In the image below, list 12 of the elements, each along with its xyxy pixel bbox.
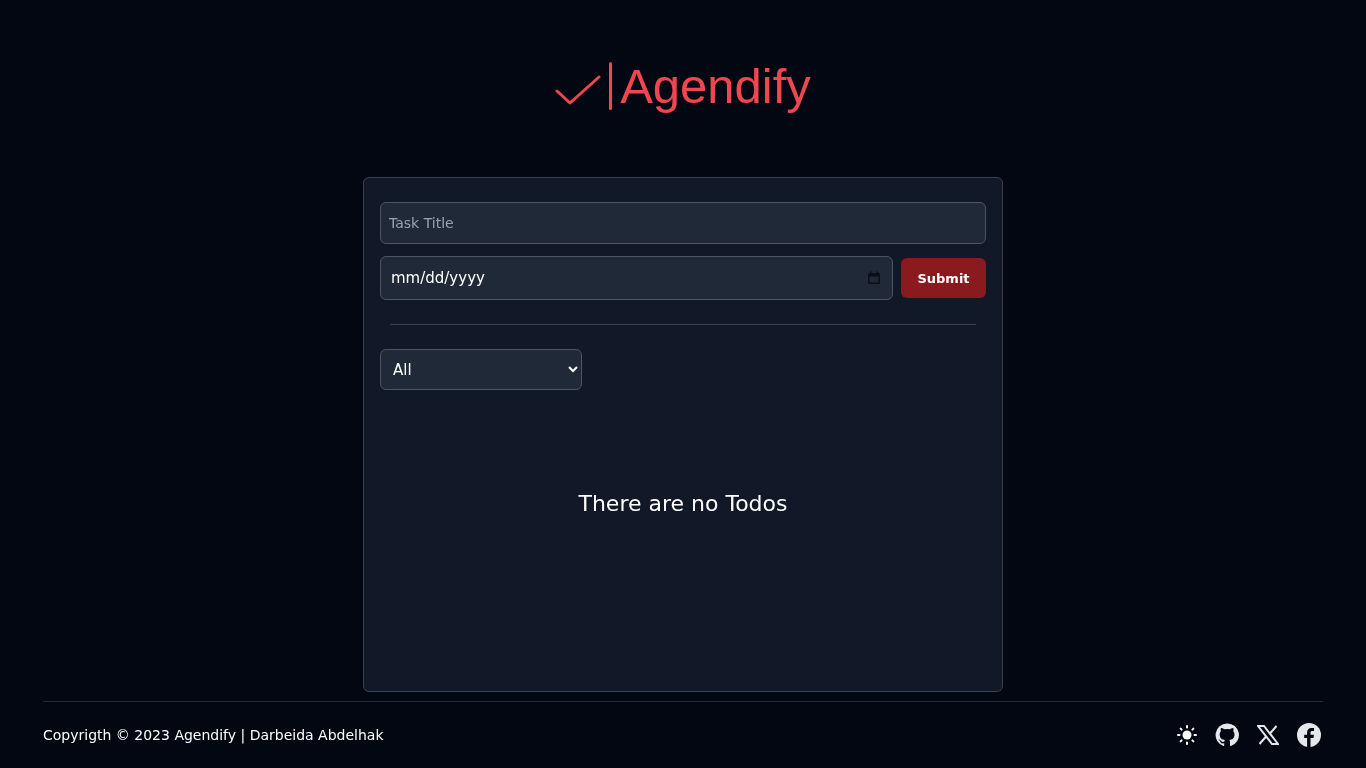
facebook-icon[interactable] xyxy=(1297,723,1321,748)
task-title-field[interactable]: Task Title xyxy=(380,202,986,244)
date-field[interactable]: mm/dd/yyyy xyxy=(380,256,893,300)
filter-dropdown[interactable]: All xyxy=(380,349,582,390)
empty-message: There are no Todos xyxy=(578,491,788,517)
logo-text: Agendify xyxy=(620,58,811,114)
sun-icon[interactable] xyxy=(1177,725,1197,746)
github-icon[interactable] xyxy=(1215,723,1239,748)
copyright-text: Copyrigth © 2023 Agendify | Darbeida Abdelhak xyxy=(43,727,384,744)
submit-button[interactable]: Submit xyxy=(901,258,986,298)
x-logo-icon[interactable] xyxy=(1257,725,1279,746)
check-icon xyxy=(555,75,602,105)
